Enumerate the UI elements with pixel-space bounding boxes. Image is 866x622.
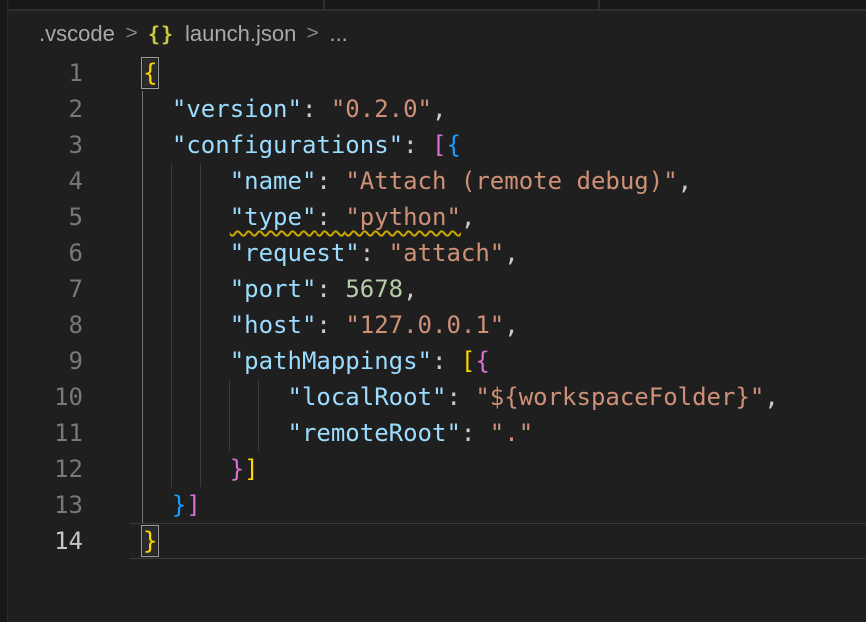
indent-guide	[142, 235, 143, 271]
indent-guide	[142, 271, 143, 307]
code-line-3[interactable]: 3 "configurations": [{	[9, 127, 866, 163]
line-number[interactable]: 6	[9, 235, 83, 271]
line-number[interactable]: 7	[9, 271, 83, 307]
breadcrumb-item-folder[interactable]: .vscode	[39, 21, 115, 47]
indent-guide	[142, 487, 143, 523]
indent-guide	[200, 415, 201, 451]
indent-guide	[142, 307, 143, 343]
code-text[interactable]: "port": 5678,	[143, 271, 418, 307]
code-text[interactable]: {	[143, 55, 157, 91]
indent-guide	[171, 379, 172, 415]
code-line-9[interactable]: 9 "pathMappings": [{	[9, 343, 866, 379]
sidebar-edge	[0, 0, 8, 622]
code-line-8[interactable]: 8 "host": "127.0.0.1",	[9, 307, 866, 343]
indent-guide	[171, 343, 172, 379]
indent-guide	[229, 415, 230, 451]
indent-guide	[258, 415, 259, 451]
code-text[interactable]: }	[143, 523, 157, 559]
line-number[interactable]: 4	[9, 163, 83, 199]
indent-guide	[142, 415, 143, 451]
line-number[interactable]: 8	[9, 307, 83, 343]
code-text[interactable]: "name": "Attach (remote debug)",	[143, 163, 692, 199]
indent-guide	[142, 343, 143, 379]
indent-guide	[171, 415, 172, 451]
code-text[interactable]: "version": "0.2.0",	[143, 91, 446, 127]
indent-guide	[200, 307, 201, 343]
json-braces-icon: {}	[148, 22, 174, 46]
breadcrumb: .vscode > {} launch.json > ...	[9, 13, 866, 55]
line-number[interactable]: 11	[9, 415, 83, 451]
code-text[interactable]: }]	[143, 451, 259, 487]
breadcrumb-item-symbol[interactable]: ...	[329, 21, 347, 47]
line-number[interactable]: 10	[9, 379, 83, 415]
line-number[interactable]: 12	[9, 451, 83, 487]
indent-guide	[200, 343, 201, 379]
tab-separator	[598, 0, 600, 9]
indent-guide	[171, 199, 172, 235]
code-editor[interactable]: 1{2 "version": "0.2.0",3 "configurations…	[9, 55, 866, 622]
indent-guide	[142, 163, 143, 199]
indent-guide	[171, 271, 172, 307]
bracket-match: }	[143, 527, 157, 555]
line-number[interactable]: 1	[9, 55, 83, 91]
tab-separator	[323, 0, 325, 9]
indent-guide	[200, 271, 201, 307]
indent-guide	[142, 199, 143, 235]
indent-guide	[142, 451, 143, 487]
code-line-7[interactable]: 7 "port": 5678,	[9, 271, 866, 307]
indent-guide	[200, 379, 201, 415]
code-line-13[interactable]: 13 }]	[9, 487, 866, 523]
warning-squiggle-token: :	[316, 203, 345, 231]
indent-guide	[258, 379, 259, 415]
code-text[interactable]: "configurations": [{	[143, 127, 461, 163]
line-number[interactable]: 2	[9, 91, 83, 127]
indent-guide	[200, 235, 201, 271]
line-number[interactable]: 14	[9, 523, 83, 559]
chevron-right-icon: >	[307, 23, 319, 45]
code-line-5[interactable]: 5 "type": "python",	[9, 199, 866, 235]
code-line-1[interactable]: 1{	[9, 55, 866, 91]
line-number[interactable]: 3	[9, 127, 83, 163]
tab-bar-bottom	[9, 0, 866, 11]
indent-guide	[171, 307, 172, 343]
indent-guide	[171, 235, 172, 271]
line-number[interactable]: 13	[9, 487, 83, 523]
line-number[interactable]: 9	[9, 343, 83, 379]
code-text[interactable]: "pathMappings": [{	[143, 343, 490, 379]
indent-guide	[142, 127, 143, 163]
warning-squiggle-token: "python"	[345, 203, 461, 231]
code-line-12[interactable]: 12 }]	[9, 451, 866, 487]
warning-squiggle-token: "type"	[230, 203, 317, 231]
indent-guide	[200, 451, 201, 487]
indent-guide	[200, 199, 201, 235]
code-line-6[interactable]: 6 "request": "attach",	[9, 235, 866, 271]
bracket-match: {	[143, 59, 157, 87]
code-line-10[interactable]: 10 "localRoot": "${workspaceFolder}",	[9, 379, 866, 415]
code-text[interactable]: }]	[143, 487, 201, 523]
code-line-2[interactable]: 2 "version": "0.2.0",	[9, 91, 866, 127]
indent-guide	[171, 451, 172, 487]
indent-guide	[229, 379, 230, 415]
indent-guide	[142, 379, 143, 415]
indent-guide	[200, 163, 201, 199]
breadcrumb-item-file[interactable]: launch.json	[185, 21, 296, 47]
line-number[interactable]: 5	[9, 199, 83, 235]
code-line-11[interactable]: 11 "remoteRoot": "."	[9, 415, 866, 451]
code-line-14[interactable]: 14}	[9, 523, 866, 559]
code-text[interactable]: "localRoot": "${workspaceFolder}",	[143, 379, 779, 415]
code-text[interactable]: "type": "python",	[143, 199, 475, 235]
chevron-right-icon: >	[125, 23, 137, 45]
indent-guide	[142, 91, 143, 127]
indent-guide	[171, 163, 172, 199]
code-line-4[interactable]: 4 "name": "Attach (remote debug)",	[9, 163, 866, 199]
code-text[interactable]: "remoteRoot": "."	[143, 415, 533, 451]
